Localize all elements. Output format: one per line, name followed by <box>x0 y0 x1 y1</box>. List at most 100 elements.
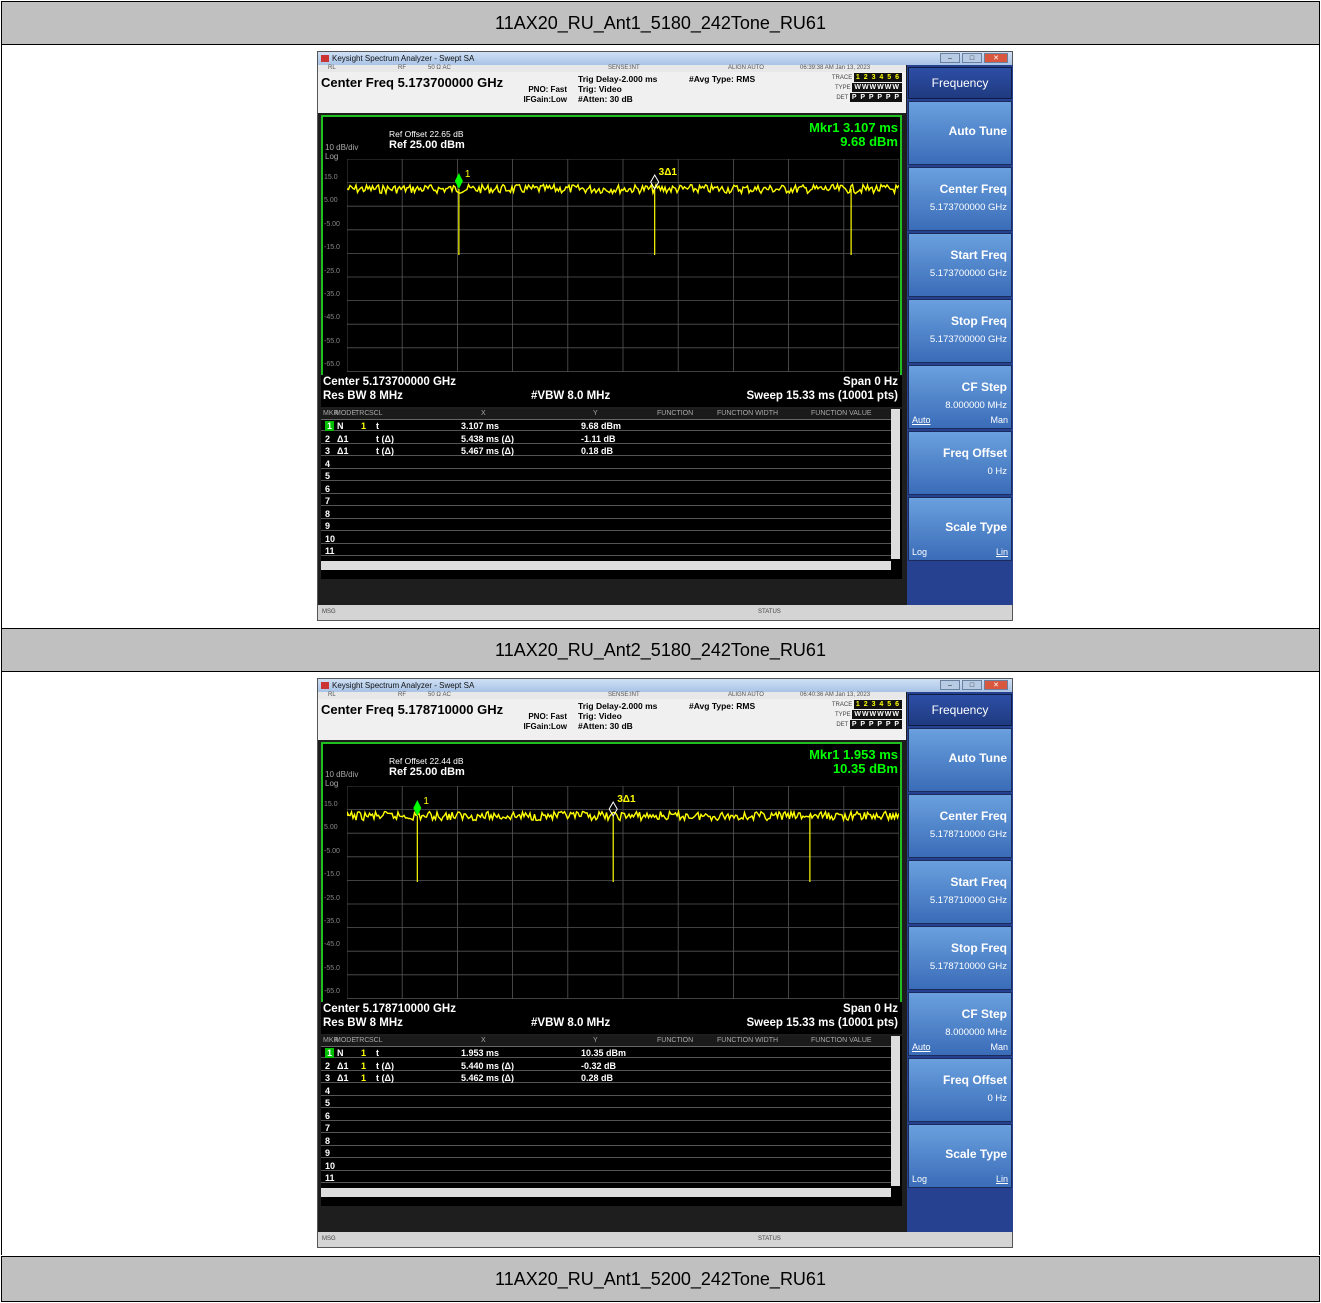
trigger-info: Trig Delay-2.000 ms Trig: Video #Atten: 30… <box>578 74 658 104</box>
maximize-button[interactable]: □ <box>962 680 982 690</box>
table-cell-scl: t (Δ) <box>376 1060 394 1071</box>
table-row[interactable]: 5 <box>321 471 891 481</box>
man-option[interactable]: Man <box>990 415 1008 425</box>
maximize-button[interactable]: □ <box>962 53 982 63</box>
table-row[interactable]: 9 <box>321 1148 891 1158</box>
softkey-cf-step[interactable]: CF Step 8.000000 MHz Auto Man <box>908 992 1012 1056</box>
table-row[interactable]: 7 <box>321 496 891 506</box>
softkey-start-freq[interactable]: Start Freq 5.173700000 GHz <box>908 233 1012 297</box>
center-freq-readout[interactable]: Center Freq 5.173700000 GHz <box>321 75 503 90</box>
table-row[interactable]: 1 N 1 t 3.107 ms 9.68 dBm <box>321 421 891 431</box>
table-cell-n: 10 <box>325 533 336 544</box>
softkey-value: 0 Hz <box>987 466 1007 477</box>
table-row[interactable]: 2 Δ1 t (Δ) 5.438 ms (Δ) -1.11 dB <box>321 434 891 444</box>
table-row[interactable]: 8 <box>321 1136 891 1146</box>
marker-table-header: MKR MODE TRC SCL X Y FUNCTION FUNCTION WIDTH FUN… <box>321 409 891 420</box>
auto-man-toggle[interactable]: Auto Man <box>912 415 1008 425</box>
table-cell-n: 7 <box>325 496 331 506</box>
lin-option[interactable]: Lin <box>996 547 1008 557</box>
table-row[interactable]: 3 Δ1 t (Δ) 5.467 ms (Δ) 0.18 dB <box>321 446 891 456</box>
menu-title: Frequency <box>908 67 1012 99</box>
log-option[interactable]: Log <box>912 1174 927 1184</box>
softkey-auto-tune[interactable]: Auto Tune <box>908 101 1012 165</box>
softkey-cf-step[interactable]: CF Step 8.000000 MHz Auto Man <box>908 365 1012 429</box>
table-row[interactable]: 11 <box>321 1173 891 1183</box>
horizontal-scrollbar[interactable] <box>321 1188 891 1197</box>
trace-display[interactable]: Ref Offset 22.44 dB Ref 25.00 dBm 10 dB/… <box>321 742 902 1004</box>
softkey-stop-freq[interactable]: Stop Freq 5.173700000 GHz <box>908 299 1012 363</box>
auto-man-toggle[interactable]: Auto Man <box>912 1042 1008 1052</box>
softkey-freq-offset[interactable]: Freq Offset 0 Hz <box>908 431 1012 495</box>
sense-label: SENSE:INT <box>608 65 640 71</box>
status-strip: RL RF 50 Ω AC SENSE:INT ALIGN AUTO 06:39… <box>318 65 906 72</box>
softkey-freq-offset[interactable]: Freq Offset 0 Hz <box>908 1058 1012 1122</box>
avg-type: #Avg Type: RMS <box>689 74 756 84</box>
table-row[interactable]: 4 <box>321 459 891 469</box>
auto-option[interactable]: Auto <box>912 415 931 425</box>
table-cell-y: 9.68 dBm <box>581 421 622 431</box>
close-button[interactable]: ✕ <box>984 680 1008 690</box>
menu-title: Frequency <box>908 694 1012 726</box>
table-cell-n: 2 <box>325 1060 331 1071</box>
softkey-label: Start Freq <box>950 248 1007 262</box>
table-cell-n: 5 <box>325 1098 331 1108</box>
marker-1-label: 1 <box>423 796 429 807</box>
y-tick-label: 15.0 <box>324 174 338 181</box>
table-header-cell: FUNCTION VALUE <box>811 410 872 417</box>
vertical-scrollbar[interactable] <box>891 1036 900 1186</box>
vbw: #VBW 8.0 MHz <box>531 390 611 402</box>
softkey-scale-type[interactable]: Scale Type Log Lin <box>908 1124 1012 1188</box>
lin-option[interactable]: Lin <box>996 1174 1008 1184</box>
table-row[interactable]: 6 <box>321 484 891 494</box>
center-freq-readout[interactable]: Center Freq 5.178710000 GHz <box>321 702 503 717</box>
log-lin-toggle[interactable]: Log Lin <box>912 547 1008 557</box>
minimize-button[interactable]: – <box>940 53 960 63</box>
table-row[interactable]: 1 N 1 t 1.953 ms 10.35 dBm <box>321 1048 891 1058</box>
table-cell-scl: t (Δ) <box>376 1073 394 1083</box>
center-bottom: Center 5.178710000 GHz <box>323 1003 456 1015</box>
log-option[interactable]: Log <box>912 547 927 557</box>
table-cell-n: 5 <box>325 471 331 481</box>
log-lin-toggle[interactable]: Log Lin <box>912 1174 1008 1184</box>
table-row[interactable]: 4 <box>321 1086 891 1096</box>
trace-plot[interactable]: 1 3Δ1 <box>347 786 899 999</box>
vertical-scrollbar[interactable] <box>891 409 900 559</box>
softkey-auto-tune[interactable]: Auto Tune <box>908 728 1012 792</box>
close-button[interactable]: ✕ <box>984 53 1008 63</box>
trace-plot[interactable]: 1 3Δ1 <box>347 159 899 372</box>
table-row[interactable]: 10 <box>321 534 891 544</box>
table-row[interactable]: 2 Δ1 1 t (Δ) 5.440 ms (Δ) -0.32 dB <box>321 1061 891 1071</box>
minimize-button[interactable]: – <box>940 680 960 690</box>
table-cell-n: 6 <box>325 1110 331 1121</box>
softkey-start-freq[interactable]: Start Freq 5.178710000 GHz <box>908 860 1012 924</box>
horizontal-scrollbar[interactable] <box>321 561 891 570</box>
softkey-value: 5.173700000 GHz <box>929 202 1007 213</box>
screenshot-cell: Keysight Spectrum Analyzer - Swept SA – … <box>1 672 1320 1255</box>
auto-option[interactable]: Auto <box>912 1042 931 1052</box>
table-cell-n: 3 <box>325 446 331 456</box>
trace-display[interactable]: Ref Offset 22.65 dB Ref 25.00 dBm 10 dB/… <box>321 115 902 377</box>
avg-type: #Avg Type: RMS <box>689 701 756 711</box>
analyzer-window: Keysight Spectrum Analyzer - Swept SA – … <box>317 51 1013 621</box>
softkey-center-freq[interactable]: Center Freq 5.173700000 GHz <box>908 167 1012 231</box>
status-strip: RL RF 50 Ω AC SENSE:INT ALIGN AUTO 06:40… <box>318 692 906 699</box>
table-header-cell: Y <box>593 410 598 417</box>
table-header-cell: FUNCTION <box>657 410 694 417</box>
app-icon <box>321 682 329 689</box>
table-cell-y: 10.35 dBm <box>581 1048 627 1058</box>
ref-level: Ref 25.00 dBm <box>389 139 465 151</box>
softkey-label: Auto Tune <box>948 124 1007 138</box>
table-row[interactable]: 9 <box>321 521 891 531</box>
softkey-scale-type[interactable]: Scale Type Log Lin <box>908 497 1012 561</box>
table-row[interactable]: 7 <box>321 1123 891 1133</box>
table-row[interactable]: 6 <box>321 1111 891 1121</box>
softkey-stop-freq[interactable]: Stop Freq 5.178710000 GHz <box>908 926 1012 990</box>
man-option[interactable]: Man <box>990 1042 1008 1052</box>
table-header-cell: X <box>481 410 486 417</box>
table-row[interactable]: 11 <box>321 546 891 556</box>
table-row[interactable]: 8 <box>321 509 891 519</box>
table-row[interactable]: 5 <box>321 1098 891 1108</box>
table-row[interactable]: 10 <box>321 1161 891 1171</box>
table-row[interactable]: 3 Δ1 1 t (Δ) 5.462 ms (Δ) 0.28 dB <box>321 1073 891 1083</box>
softkey-center-freq[interactable]: Center Freq 5.178710000 GHz <box>908 794 1012 858</box>
